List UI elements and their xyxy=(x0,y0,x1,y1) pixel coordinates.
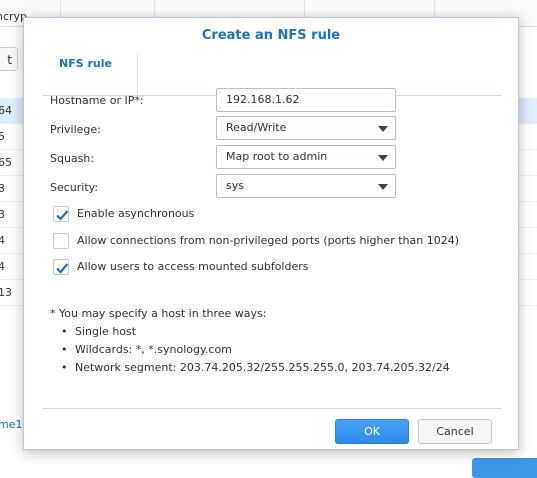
dialog-title: Create an NFS rule xyxy=(201,28,341,43)
security-select[interactable]: sys xyxy=(216,174,396,198)
privilege-select[interactable]: Read/Write xyxy=(216,116,396,140)
mounted-subfolders-checkbox[interactable] xyxy=(53,259,69,275)
note-heading: * You may specify a host in three ways: xyxy=(50,307,267,320)
cancel-button[interactable]: Cancel xyxy=(418,419,492,444)
enable-async-label: Enable asynchronous xyxy=(77,207,195,220)
note-item-network-segment: Network segment: 203.74.205.32/255.255.2… xyxy=(50,359,450,377)
dialog-footer-divider xyxy=(42,408,502,409)
mounted-subfolders-label: Allow users to access mounted subfolders xyxy=(77,260,309,273)
security-value: sys xyxy=(226,179,244,192)
checkmark-icon xyxy=(56,263,69,274)
hostname-input[interactable]: 192.168.1.62 xyxy=(216,88,396,112)
hostname-label: Hostname or IP*: xyxy=(50,94,144,107)
note-list: Single host Wildcards: *, *.synology.com… xyxy=(50,323,450,377)
enable-async-checkbox[interactable] xyxy=(53,206,69,222)
background-primary-button[interactable] xyxy=(472,458,537,478)
squash-select[interactable]: Map root to admin xyxy=(216,145,396,169)
host-format-note: * You may specify a host in three ways: … xyxy=(50,305,450,377)
security-label: Security: xyxy=(50,181,99,194)
note-item-wildcards: Wildcards: *, *.synology.com xyxy=(50,341,450,359)
privilege-label: Privilege: xyxy=(50,123,101,136)
background-toolbar-button[interactable]: t xyxy=(0,47,18,71)
ok-button[interactable]: OK xyxy=(335,419,409,444)
checkmark-icon xyxy=(56,210,69,221)
tab-nfs-rule[interactable]: NFS rule xyxy=(44,53,138,95)
squash-value: Map root to admin xyxy=(226,150,328,163)
non-privileged-ports-label: Allow connections from non-privileged po… xyxy=(77,234,460,247)
note-item-single-host: Single host xyxy=(50,323,450,341)
background-footer-link[interactable]: me1 xyxy=(0,418,22,431)
chevron-down-icon xyxy=(378,155,388,161)
chevron-down-icon xyxy=(378,184,388,190)
chevron-down-icon xyxy=(378,126,388,132)
non-privileged-ports-checkbox[interactable] xyxy=(53,233,69,249)
squash-label: Squash: xyxy=(50,152,95,165)
privilege-value: Read/Write xyxy=(226,121,287,134)
create-nfs-rule-dialog: Create an NFS rule NFS rule Hostname or … xyxy=(23,17,519,450)
